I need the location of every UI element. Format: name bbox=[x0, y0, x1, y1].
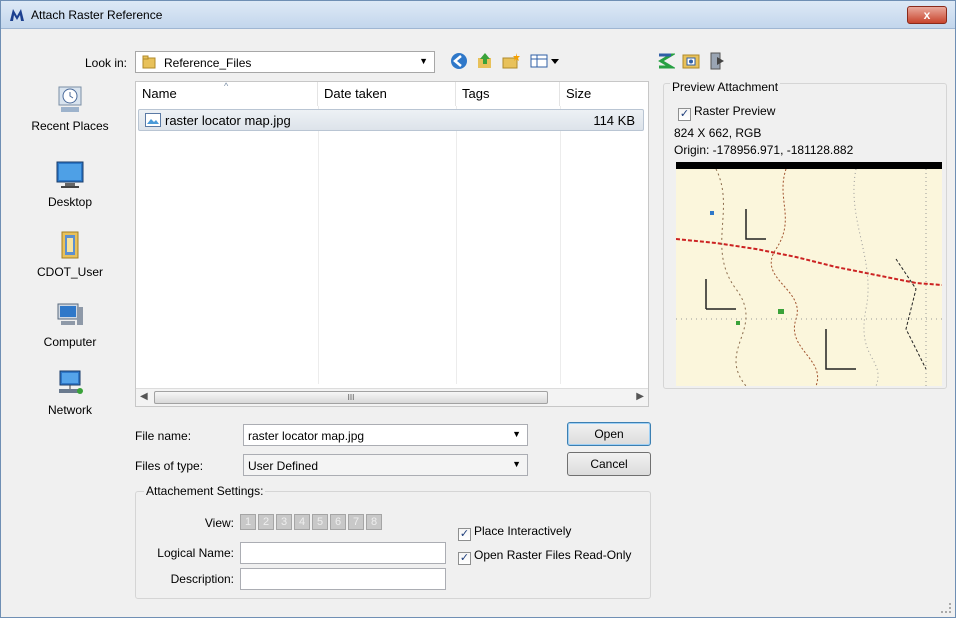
view-menu-icon[interactable] bbox=[529, 51, 563, 71]
logical-name-label: Logical Name: bbox=[157, 546, 234, 560]
file-name: raster locator map.jpg bbox=[165, 113, 291, 128]
column-header-date-taken[interactable]: Date taken bbox=[318, 82, 456, 106]
chevron-down-icon: ▼ bbox=[419, 56, 428, 66]
view-toggle-7[interactable]: 7 bbox=[348, 514, 364, 530]
preview-legend: Preview Attachment bbox=[670, 80, 781, 94]
checkmark-icon: ✓ bbox=[678, 108, 691, 121]
network-icon bbox=[59, 370, 83, 394]
view-toggle-4[interactable]: 4 bbox=[294, 514, 310, 530]
close-button[interactable]: x bbox=[907, 6, 947, 24]
lookin-value: Reference_Files bbox=[164, 56, 252, 70]
column-header-size[interactable]: Size bbox=[560, 82, 648, 106]
cancel-button[interactable]: Cancel bbox=[567, 452, 651, 476]
raster-manager-icon[interactable] bbox=[655, 51, 677, 71]
file-list[interactable]: Name ^ Date taken Tags Size raster locat… bbox=[135, 81, 649, 407]
microstation-icon bbox=[9, 7, 25, 23]
description-input[interactable] bbox=[240, 568, 446, 590]
place-computer[interactable]: Computer bbox=[21, 299, 119, 349]
image-folder-icon[interactable] bbox=[681, 51, 701, 71]
scroll-thumb[interactable]: III bbox=[154, 391, 548, 404]
computer-icon bbox=[57, 303, 83, 325]
recent-places-icon bbox=[58, 86, 82, 112]
image-file-icon bbox=[145, 113, 161, 127]
raster-origin: Origin: -178956.971, -181128.882 bbox=[674, 143, 854, 157]
column-divider bbox=[318, 106, 319, 384]
view-toggle-5[interactable]: 5 bbox=[312, 514, 328, 530]
up-folder-icon[interactable] bbox=[475, 51, 495, 71]
column-header-name[interactable]: Name ^ bbox=[136, 82, 318, 106]
raster-preview-checkbox[interactable]: ✓ Raster Preview bbox=[678, 104, 775, 121]
attach-raster-dialog: Attach Raster Reference x Look in: Refer… bbox=[0, 0, 956, 618]
place-recent-places[interactable]: Recent Places bbox=[21, 83, 119, 133]
resize-grip[interactable] bbox=[941, 603, 951, 613]
view-toggle-2[interactable]: 2 bbox=[258, 514, 274, 530]
view-toggle-8[interactable]: 8 bbox=[366, 514, 382, 530]
place-interactively-checkbox[interactable]: ✓ Place Interactively bbox=[458, 524, 571, 541]
view-toggle-1[interactable]: 1 bbox=[240, 514, 256, 530]
checkmark-icon: ✓ bbox=[458, 552, 471, 565]
read-only-checkbox[interactable]: ✓ Open Raster Files Read-Only bbox=[458, 548, 631, 565]
raster-preview-image bbox=[676, 162, 942, 386]
filetype-dropdown[interactable]: User Defined ▼ bbox=[243, 454, 528, 476]
view-label: View: bbox=[204, 516, 234, 530]
raster-dimensions: 824 X 662, RGB bbox=[674, 126, 762, 140]
filetype-label: Files of type: bbox=[135, 459, 204, 473]
lookin-dropdown[interactable]: Reference_Files ▼ bbox=[135, 51, 435, 73]
window-title: Attach Raster Reference bbox=[31, 8, 163, 22]
scroll-right-icon[interactable]: ▶ bbox=[636, 391, 644, 402]
settings-legend: Attachement Settings: bbox=[144, 484, 266, 498]
column-header-tags[interactable]: Tags bbox=[456, 82, 560, 106]
export-icon[interactable] bbox=[707, 51, 727, 71]
user-folder-icon bbox=[61, 231, 79, 259]
filename-input[interactable]: raster locator map.jpg ▼ bbox=[243, 424, 528, 446]
column-divider bbox=[560, 106, 561, 384]
place-label: CDOT_User bbox=[36, 265, 103, 279]
view-toggle-6[interactable]: 6 bbox=[330, 514, 346, 530]
place-label: Computer bbox=[43, 335, 97, 349]
description-label: Description: bbox=[170, 572, 234, 586]
filename-label: File name: bbox=[135, 429, 192, 443]
lookin-label: Look in: bbox=[84, 56, 127, 70]
view-toggle-3[interactable]: 3 bbox=[276, 514, 292, 530]
file-size: 114 KB bbox=[593, 113, 635, 128]
place-network[interactable]: Network bbox=[21, 367, 119, 417]
file-row[interactable]: raster locator map.jpg 114 KB bbox=[138, 109, 644, 131]
new-folder-icon[interactable] bbox=[501, 51, 521, 71]
place-cdot-user[interactable]: CDOT_User bbox=[21, 229, 119, 279]
preview-attachment-group: Preview Attachment ✓ Raster Preview 824 X… bbox=[663, 80, 947, 389]
place-desktop[interactable]: Desktop bbox=[21, 159, 119, 209]
chevron-down-icon: ▼ bbox=[512, 459, 521, 469]
sort-arrow-icon: ^ bbox=[224, 81, 229, 91]
attachment-settings-group: Attachement Settings: View: 1 2 3 4 5 6 … bbox=[135, 484, 651, 599]
folder-icon bbox=[142, 55, 156, 69]
desktop-icon bbox=[56, 161, 84, 188]
open-button[interactable]: Open bbox=[567, 422, 651, 446]
scroll-left-icon[interactable]: ◀ bbox=[140, 391, 148, 402]
view-numbers: 1 2 3 4 5 6 7 8 bbox=[240, 514, 384, 530]
title-bar[interactable]: Attach Raster Reference x bbox=[1, 1, 955, 29]
column-divider bbox=[456, 106, 457, 384]
place-label: Recent Places bbox=[31, 119, 109, 133]
place-label: Network bbox=[47, 403, 92, 417]
checkmark-icon: ✓ bbox=[458, 528, 471, 541]
chevron-down-icon[interactable]: ▼ bbox=[512, 429, 521, 439]
horizontal-scrollbar[interactable]: ◀ III ▶ bbox=[136, 388, 648, 406]
logical-name-input[interactable] bbox=[240, 542, 446, 564]
back-icon[interactable] bbox=[449, 51, 469, 71]
place-label: Desktop bbox=[47, 195, 93, 209]
